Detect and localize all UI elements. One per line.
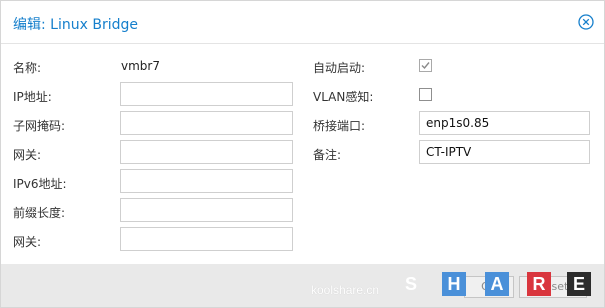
name-value: vmbr7 — [121, 59, 160, 73]
gateway-label: 网关: — [13, 148, 42, 162]
gateway-field[interactable] — [120, 140, 293, 164]
autostart-label: 自动启动: — [313, 61, 366, 75]
close-icon[interactable] — [578, 14, 594, 30]
comment-label: 备注: — [313, 148, 342, 162]
prefix-length-label: 前缀长度: — [13, 206, 66, 220]
reset-button[interactable]: Reset — [519, 276, 587, 298]
subnet-mask-field[interactable] — [120, 111, 293, 135]
bridge-ports-field[interactable] — [419, 111, 590, 135]
vlan-aware-label: VLAN感知: — [313, 90, 374, 104]
gateway6-field[interactable] — [120, 227, 293, 251]
ipv6-address-field[interactable] — [120, 169, 293, 193]
gateway6-label: 网关: — [13, 235, 42, 249]
name-label: 名称: — [13, 61, 42, 75]
bridge-ports-label: 桥接端口: — [313, 119, 366, 133]
subnet-mask-label: 子网掩码: — [13, 119, 66, 133]
ipv6-address-label: IPv6地址: — [13, 177, 67, 191]
dialog-titlebar: 编辑: Linux Bridge — [1, 1, 604, 44]
ip-address-label: IP地址: — [13, 90, 52, 104]
comment-field[interactable] — [419, 140, 590, 164]
vlan-aware-checkbox[interactable] — [419, 88, 432, 101]
dialog-title: 编辑: Linux Bridge — [13, 17, 138, 33]
autostart-checkbox[interactable] — [419, 59, 432, 72]
ip-address-field[interactable] — [120, 82, 293, 106]
ok-button[interactable]: OK — [464, 276, 514, 298]
prefix-length-field[interactable] — [120, 198, 293, 222]
checkmark-icon — [421, 62, 430, 70]
edit-bridge-dialog: 编辑: Linux Bridge 名称: vmbr7 IP地址: 子网掩码: 网… — [0, 0, 605, 308]
